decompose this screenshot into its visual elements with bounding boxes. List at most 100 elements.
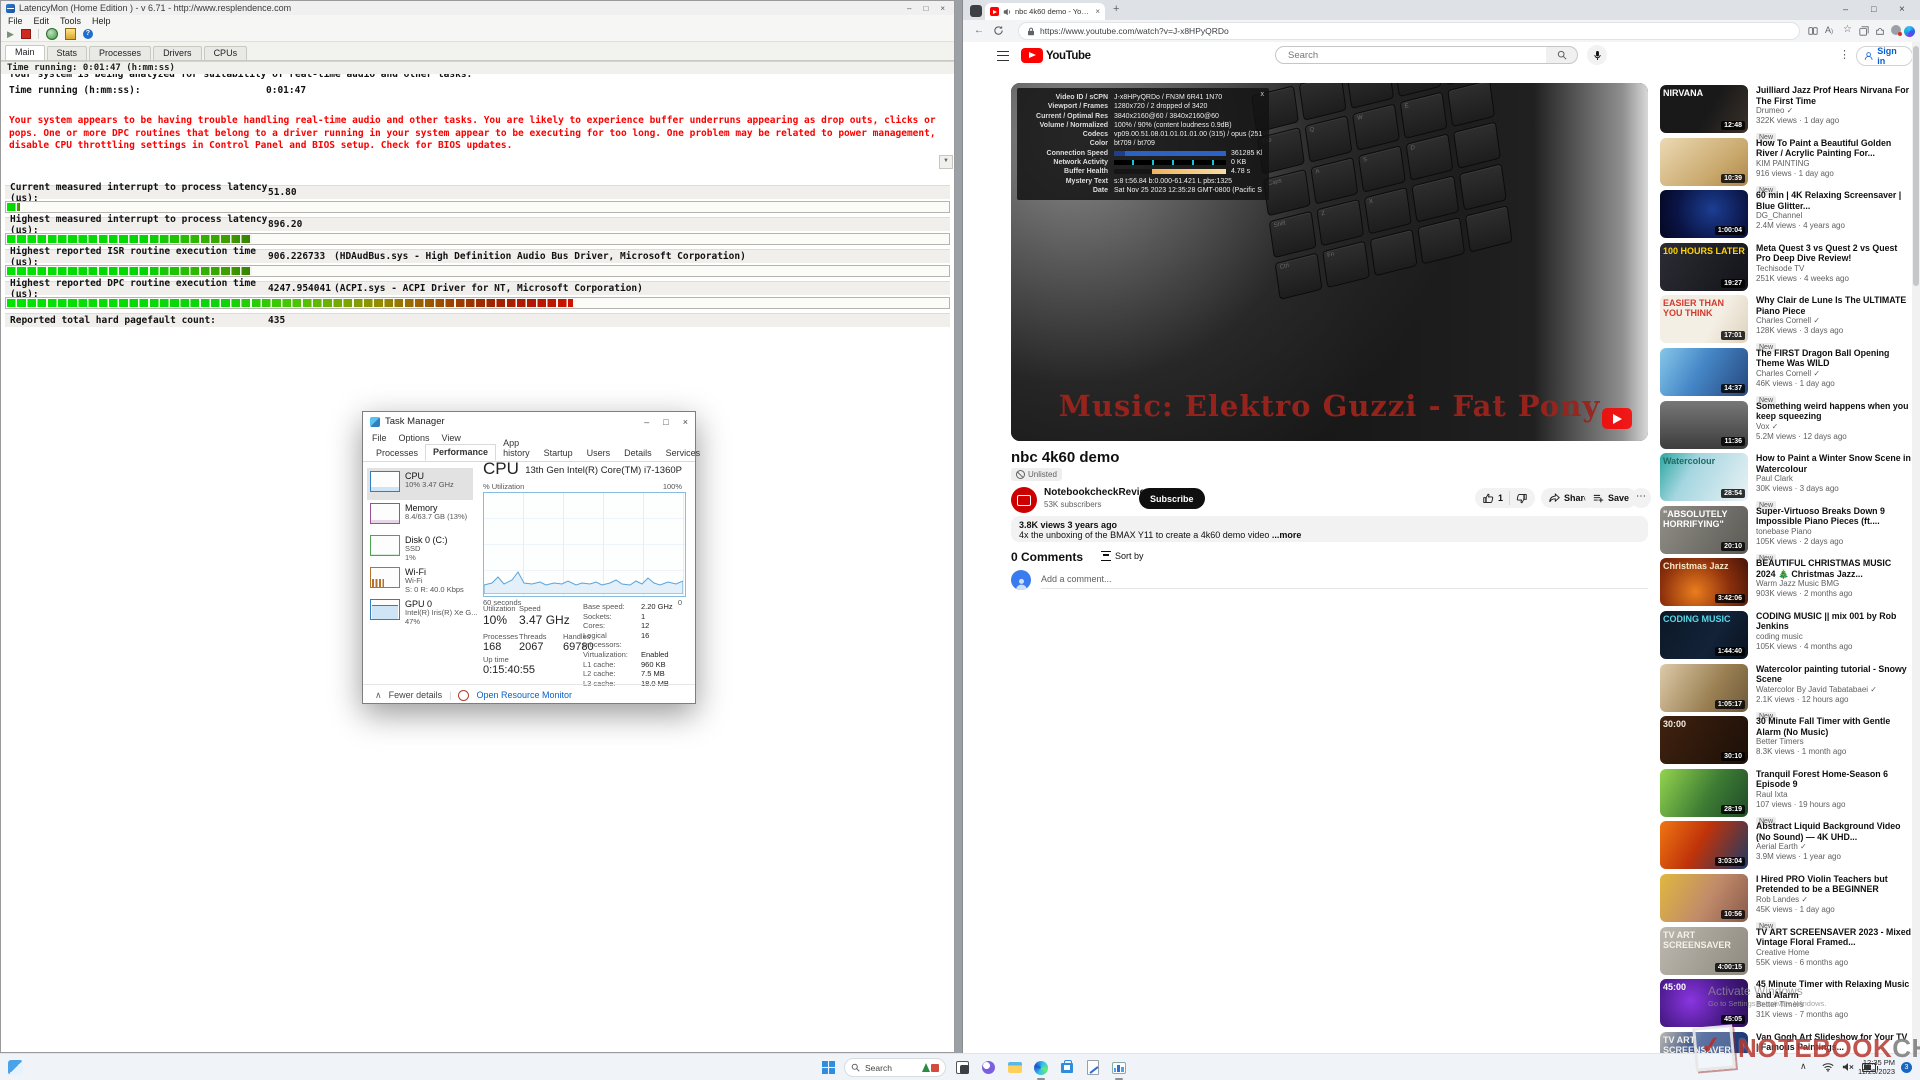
save-button[interactable]: Save (1585, 488, 1637, 508)
copilot-icon[interactable] (1904, 26, 1915, 37)
maximize-icon[interactable]: □ (923, 4, 928, 13)
window-maximize-icon[interactable]: □ (1871, 4, 1876, 14)
perf-sidebar-memory[interactable]: Memory8.4/63.7 GB (13%) (367, 500, 473, 532)
file-explorer-icon[interactable] (1004, 1057, 1025, 1078)
performance-monitor-icon[interactable] (1108, 1057, 1129, 1078)
back-icon[interactable]: ← (971, 25, 987, 36)
recommendation-item[interactable]: Watercolour28:54How to Paint a Winter Sn… (1660, 453, 1916, 506)
kebab-menu-icon[interactable]: ⋮ (1839, 48, 1850, 61)
maximize-icon[interactable]: □ (663, 417, 668, 427)
help-icon[interactable]: ? (83, 29, 93, 39)
thumbs-up-icon[interactable] (1483, 493, 1494, 504)
video-player[interactable]: TabQWECapsASDShiftZXCtrlFn Music: Elektr… (1011, 83, 1648, 441)
sign-in-button[interactable]: Sign in (1856, 46, 1913, 66)
tm-tab-details[interactable]: Details (617, 446, 659, 461)
video-thumbnail[interactable]: NIRVANA12:48 (1660, 85, 1748, 133)
recommendation-item[interactable]: 1:05:17Watercolor painting tutorial - Sn… (1660, 664, 1916, 717)
microsoft-store-icon[interactable] (1056, 1057, 1077, 1078)
recommendation-item[interactable]: 11:36Something weird happens when you ke… (1660, 401, 1916, 454)
profile-avatar[interactable] (1891, 25, 1901, 35)
video-thumbnail[interactable]: 10:39 (1660, 138, 1748, 186)
recommendation-item[interactable]: 100 HOURS LATER19:27Meta Quest 3 vs Ques… (1660, 243, 1916, 296)
open-resource-monitor-link[interactable]: Open Resource Monitor (476, 690, 572, 700)
task-manager-titlebar[interactable]: Task Manager – □ × (363, 412, 695, 431)
lm-menu-item-tools[interactable]: Tools (60, 16, 81, 26)
perf-sidebar-disk-0-c-[interactable]: Disk 0 (C:)SSD1% (367, 532, 473, 564)
video-thumbnail[interactable]: CODING MUSIC1:44:40 (1660, 611, 1748, 659)
window-close-icon[interactable]: × (1899, 4, 1905, 15)
video-thumbnail[interactable]: 1:00:04 (1660, 190, 1748, 238)
recommendation-item[interactable]: 3:03:04Abstract Liquid Background Video … (1660, 821, 1916, 874)
cpu-utilization-chart[interactable] (483, 492, 686, 597)
lm-menu-item-file[interactable]: File (8, 16, 23, 26)
edge-icon[interactable] (1030, 1057, 1051, 1078)
video-thumbnail[interactable]: 1:05:17 (1660, 664, 1748, 712)
tm-tab-processes[interactable]: Processes (369, 446, 425, 461)
add-comment-input[interactable]: Add a comment... (1041, 574, 1648, 589)
like-dislike-pill[interactable]: 1 (1475, 488, 1535, 508)
recommendation-item[interactable]: CODING MUSIC1:44:40CODING MUSIC || mix 0… (1660, 611, 1916, 664)
recommendation-item[interactable]: 30:0030:1030 Minute Fall Timer with Gent… (1660, 716, 1916, 769)
favorites-star-icon[interactable]: ☆ (1843, 24, 1852, 35)
video-thumbnail[interactable]: 100 HOURS LATER19:27 (1660, 243, 1748, 291)
search-box[interactable] (1275, 46, 1547, 64)
video-thumbnail[interactable]: 11:36 (1660, 401, 1748, 449)
widgets-icon[interactable] (8, 1060, 23, 1075)
hamburger-menu-icon[interactable] (997, 51, 1009, 61)
minimize-icon[interactable]: – (644, 417, 649, 427)
video-thumbnail[interactable]: 28:19 (1660, 769, 1748, 817)
url-bar[interactable]: https://www.youtube.com/watch?v=J-x8HPyQ… (1019, 23, 1799, 39)
close-icon[interactable]: × (940, 4, 945, 13)
youtube-watermark-icon[interactable] (1602, 408, 1632, 429)
play-button[interactable]: ▶ (7, 30, 14, 39)
close-icon[interactable]: × (683, 417, 688, 427)
search-input[interactable] (1286, 49, 1524, 62)
new-tab-button[interactable]: + (1113, 3, 1119, 15)
start-button[interactable] (818, 1057, 839, 1078)
perf-sidebar-gpu-0[interactable]: GPU 0Intel(R) Iris(R) Xe G...47% (367, 596, 473, 628)
tools-icon[interactable] (46, 28, 58, 40)
tab-close-icon[interactable]: × (1095, 7, 1100, 16)
lm-menu-item-help[interactable]: Help (92, 16, 111, 26)
scrollbar-thumb[interactable] (1913, 46, 1919, 286)
video-thumbnail[interactable]: "ABSOLUTELY HORRIFYING"20:10 (1660, 506, 1748, 554)
voice-search-button[interactable] (1587, 45, 1607, 65)
collections-icon[interactable] (1859, 26, 1869, 36)
youtube-logo[interactable]: YouTube (1021, 48, 1091, 63)
workspaces-icon[interactable] (970, 5, 982, 17)
split-screen-icon[interactable] (1808, 26, 1818, 36)
video-thumbnail[interactable]: 10:56 (1660, 874, 1748, 922)
subscribe-button[interactable]: Subscribe (1139, 488, 1205, 509)
recommendation-item[interactable]: TV ART SCREENSAVER4:00:15TV ART SCREENSA… (1660, 927, 1916, 980)
tm-tab-app-history[interactable]: App history (496, 436, 537, 461)
lm-tab-drivers[interactable]: Drivers (153, 46, 202, 60)
taskbar-search[interactable]: Search (844, 1058, 946, 1077)
refresh-icon[interactable] (993, 25, 1004, 36)
video-thumbnail[interactable]: Watercolour28:54 (1660, 453, 1748, 501)
recommendation-item[interactable]: NIRVANA12:48Juilliard Jazz Prof Hears Ni… (1660, 85, 1916, 138)
tm-menu-item-file[interactable]: File (372, 433, 387, 443)
recommendation-item[interactable]: Christmas Jazz3:42:06BEAUTIFUL CHRISTMAS… (1660, 558, 1916, 611)
tm-tab-startup[interactable]: Startup (537, 446, 580, 461)
minimize-icon[interactable]: – (907, 4, 911, 13)
video-thumbnail[interactable]: TV ART SCREENSAVER4:00:15 (1660, 927, 1748, 975)
channel-avatar[interactable] (1011, 487, 1037, 513)
extensions-icon[interactable] (1875, 26, 1885, 36)
recommendation-item[interactable]: 14:37The FIRST Dragon Ball Opening Theme… (1660, 348, 1916, 401)
recommendation-item[interactable]: 1:00:0460 min | 4K Relaxing Screensaver … (1660, 190, 1916, 243)
notepad-app-icon[interactable] (1082, 1057, 1103, 1078)
perf-sidebar-wi-fi[interactable]: Wi-FiWi-FiS: 0 R: 40.0 Kbps (367, 564, 473, 596)
tab-audio-icon[interactable] (1003, 8, 1011, 16)
recommendation-item[interactable]: "ABSOLUTELY HORRIFYING"20:10Super-Virtuo… (1660, 506, 1916, 559)
latencymon-titlebar[interactable]: LatencyMon (Home Edition ) - v 6.71 - ht… (1, 1, 954, 15)
lm-tab-stats[interactable]: Stats (47, 46, 88, 60)
video-thumbnail[interactable]: Christmas Jazz3:42:06 (1660, 558, 1748, 606)
more-actions-icon[interactable]: ⋯ (1631, 488, 1651, 508)
lm-tab-processes[interactable]: Processes (89, 46, 151, 60)
tm-tab-users[interactable]: Users (580, 446, 618, 461)
chevron-up-icon[interactable]: ∧ (375, 690, 382, 701)
read-aloud-icon[interactable]: A) (1825, 25, 1833, 35)
recommendation-item[interactable]: 28:19Tranquil Forest Home-Season 6 Episo… (1660, 769, 1916, 822)
browser-tab[interactable]: nbc 4k60 demo - YouTube × (985, 3, 1105, 20)
lm-menu-item-edit[interactable]: Edit (34, 16, 50, 26)
